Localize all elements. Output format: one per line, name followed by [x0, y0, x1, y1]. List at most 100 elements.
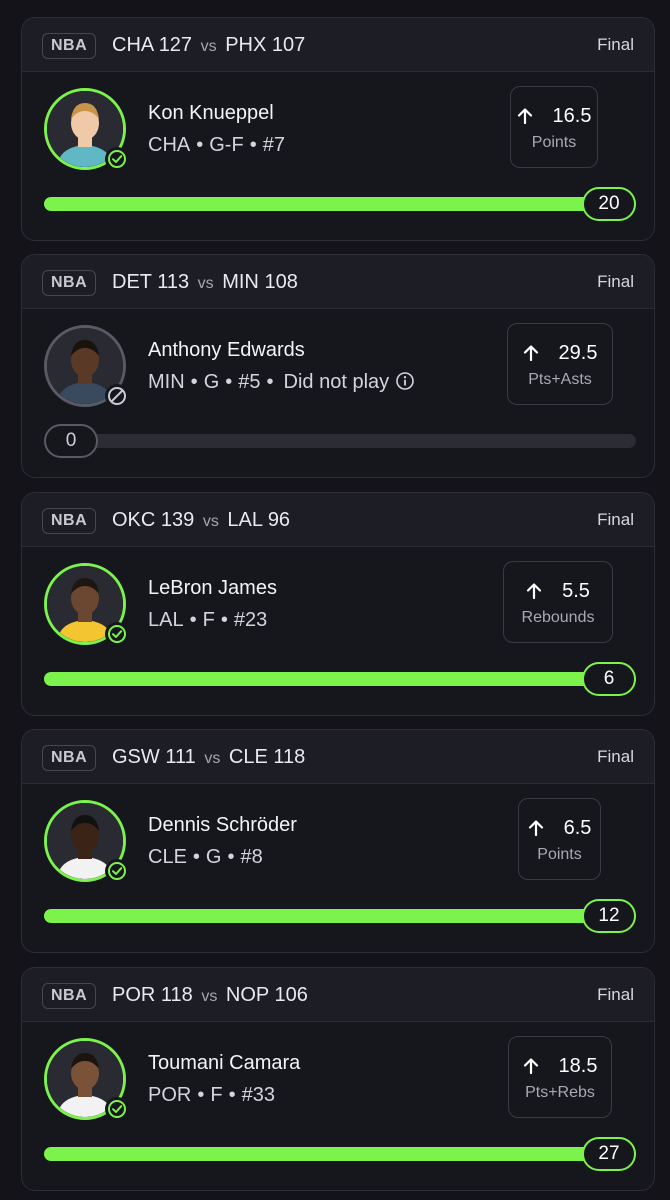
player-name: LeBron James [148, 577, 277, 599]
player-team: CLE [148, 846, 187, 868]
player-number: #7 [262, 134, 285, 156]
game-score: OKC 139 vs LAL 96 [112, 507, 290, 535]
prop-line-box[interactable]: 18.5 Pts+Rebs [508, 1036, 612, 1118]
check-circle-icon [105, 622, 129, 646]
line-value: 5.5 [562, 580, 590, 602]
prop-line-box[interactable]: 29.5 Pts+Asts [507, 323, 613, 405]
check-circle-icon [105, 1097, 129, 1121]
line-stat-label: Pts+Rebs [525, 1084, 595, 1101]
player-position: G [203, 371, 220, 393]
game-status: Final [597, 272, 634, 291]
line-value-row: 6.5 [519, 815, 600, 841]
player-number: #23 [233, 609, 268, 631]
prop-line-box[interactable]: 6.5 Points [518, 798, 601, 880]
game-score: GSW 111 vs CLE 118 [112, 744, 305, 772]
separator-dot: • [220, 609, 228, 631]
separator-dot: • [249, 134, 257, 156]
player-info: MIN • G • #5 • Did not play [148, 369, 415, 398]
game-status: Final [597, 747, 634, 766]
team2-score: 107 [271, 34, 306, 56]
player-info: LAL • F • #23 [148, 607, 267, 633]
separator-dot: • [196, 134, 204, 156]
team2-score: 118 [273, 746, 306, 768]
progress-fill [44, 672, 636, 686]
check-circle-icon [105, 147, 129, 171]
player-position: F [210, 1084, 223, 1106]
team2-abbr: NOP [225, 984, 269, 1006]
progress-track: 20 [44, 187, 636, 221]
line-value-row: 29.5 [508, 340, 612, 366]
did-not-play-label: Did not play [283, 371, 390, 393]
separator-dot: • [192, 846, 200, 868]
separator-dot: • [225, 371, 233, 393]
line-stat-label: Points [531, 134, 577, 151]
team2-abbr: MIN [222, 271, 259, 293]
up-arrow-icon [517, 107, 543, 125]
team1-score: 118 [160, 984, 193, 1006]
result-pill: 0 [44, 424, 98, 458]
info-icon[interactable] [395, 371, 415, 398]
player-avatar[interactable] [44, 563, 129, 646]
game-header: NBA OKC 139 vs LAL 96 Final [22, 493, 654, 547]
up-arrow-icon [528, 819, 554, 837]
line-value: 29.5 [558, 342, 598, 364]
line-value: 6.5 [563, 817, 592, 839]
progress-track: 6 [44, 662, 636, 696]
league-badge: NBA [42, 270, 97, 296]
pick-card[interactable]: NBA DET 113 vs MIN 108 Final Anthony Edward… [21, 254, 655, 478]
team1-score: 127 [158, 34, 193, 56]
league-badge: NBA [42, 508, 97, 534]
vs-label: vs [201, 988, 218, 1005]
separator-dot: • [228, 1084, 236, 1106]
separator-dot: • [190, 371, 198, 393]
line-value-row: 5.5 [504, 578, 612, 604]
team1-score: 113 [157, 271, 190, 293]
separator-dot: • [189, 609, 197, 631]
player-team: POR [148, 1084, 192, 1106]
team1-abbr: POR [112, 984, 156, 1006]
pick-results-feed: NBA CHA 127 vs PHX 107 Final Kon Knueppel CH… [0, 0, 670, 1200]
pick-card[interactable]: NBA POR 118 vs NOP 106 Final Toumani Camara… [21, 967, 655, 1191]
check-circle-icon [105, 859, 129, 883]
game-status: Final [597, 510, 634, 529]
player-team: CHA [148, 134, 191, 156]
separator-dot: • [227, 846, 235, 868]
player-number: #5 [238, 371, 261, 393]
progress-track: 27 [44, 1137, 636, 1171]
league-badge: NBA [42, 983, 97, 1009]
team1-abbr: CHA [112, 34, 154, 56]
player-number: #33 [241, 1084, 275, 1106]
vs-label: vs [202, 513, 219, 530]
player-name: Toumani Camara [148, 1052, 301, 1074]
team1-score: 111 [165, 746, 196, 768]
player-avatar[interactable] [44, 800, 129, 883]
player-position: G [205, 846, 222, 868]
player-name: Kon Knueppel [148, 102, 274, 124]
game-score: CHA 127 vs PHX 107 [112, 32, 305, 60]
team1-abbr: DET [112, 271, 152, 293]
pick-card[interactable]: NBA OKC 139 vs LAL 96 Final LeBron James LAL… [21, 492, 655, 716]
progress-fill [44, 197, 636, 211]
pick-card[interactable]: NBA CHA 127 vs PHX 107 Final Kon Knueppel CH… [21, 17, 655, 241]
team1-abbr: GSW [112, 746, 160, 768]
team2-score: 106 [274, 984, 308, 1006]
line-value-row: 18.5 [509, 1053, 611, 1079]
progress-track: 0 [44, 424, 636, 458]
prop-line-box[interactable]: 16.5 Points [510, 86, 598, 168]
player-avatar[interactable] [44, 325, 129, 408]
player-info: POR • F • #33 [148, 1082, 275, 1108]
up-arrow-icon [523, 1057, 549, 1075]
team2-abbr: PHX [225, 34, 267, 56]
player-position: F [202, 609, 215, 631]
line-stat-label: Rebounds [521, 609, 595, 626]
player-avatar[interactable] [44, 88, 129, 171]
prop-line-box[interactable]: 5.5 Rebounds [503, 561, 613, 643]
game-score: DET 113 vs MIN 108 [112, 269, 298, 297]
result-pill: 20 [582, 187, 636, 221]
player-avatar[interactable] [44, 1038, 129, 1121]
slash-circle-icon [105, 384, 129, 408]
game-score: POR 118 vs NOP 106 [112, 982, 308, 1010]
vs-label: vs [197, 275, 214, 292]
progress-fill [44, 1147, 636, 1161]
pick-card[interactable]: NBA GSW 111 vs CLE 118 Final Dennis Schröde… [21, 729, 655, 953]
